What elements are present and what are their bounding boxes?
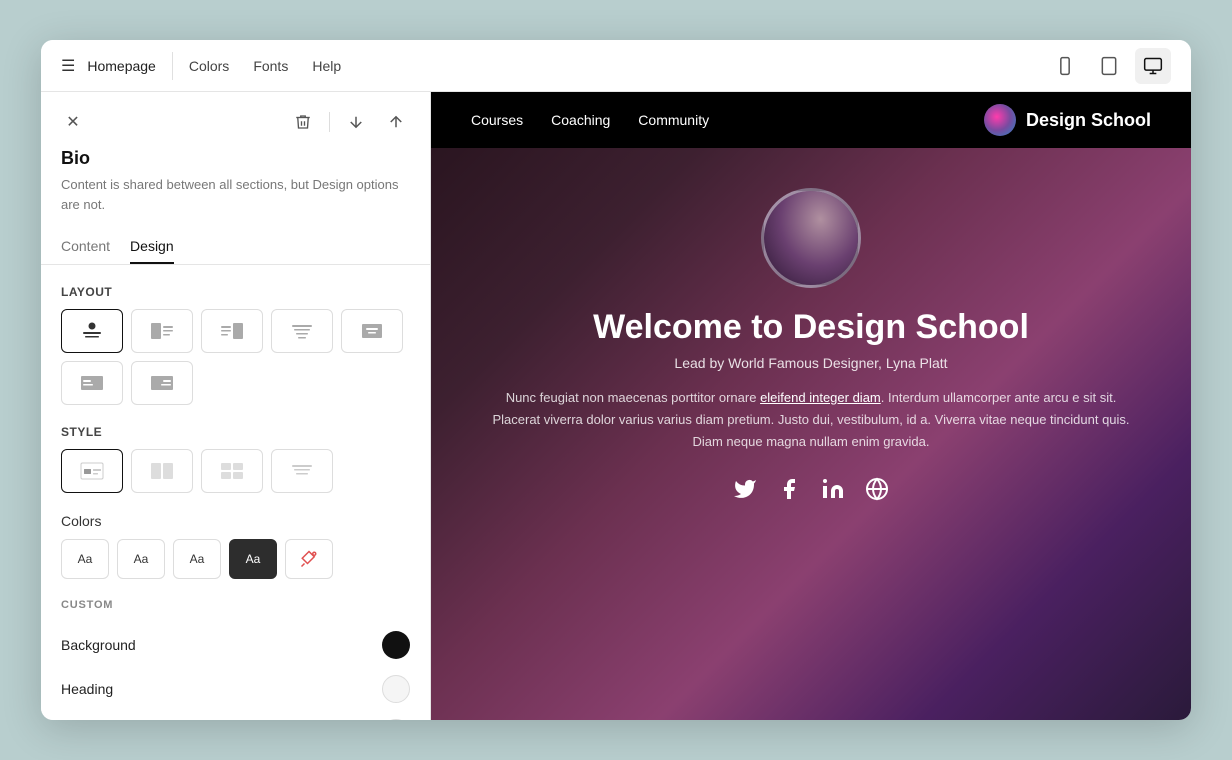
site-preview: Courses Coaching Community Design School… (431, 92, 1191, 720)
background-label: Background (61, 637, 136, 653)
left-panel: ✕ (41, 92, 431, 720)
tab-content[interactable]: Content (61, 230, 110, 264)
panel-subtitle: Content is shared between all sections, … (41, 175, 430, 230)
layout-options (41, 309, 430, 425)
site-brand: Design School (984, 104, 1151, 136)
app-window: ☰ Homepage Colors Fonts Help (41, 40, 1191, 720)
hero-avatar-image (764, 191, 858, 285)
nav-community[interactable]: Community (638, 112, 709, 128)
globe-icon[interactable] (865, 477, 889, 507)
site-hero: Welcome to Design School Lead by World F… (431, 148, 1191, 720)
layout-option-3[interactable] (201, 309, 263, 353)
color-swatch-3[interactable]: Aa (173, 539, 221, 579)
main-content: ✕ (41, 92, 1191, 720)
nav-colors[interactable]: Colors (189, 58, 229, 74)
panel-actions (289, 108, 410, 136)
nav-coaching[interactable]: Coaching (551, 112, 610, 128)
panel-title: Bio (41, 148, 430, 175)
style-options (41, 449, 430, 513)
hero-socials (733, 477, 889, 507)
heading-label: Heading (61, 681, 113, 697)
move-down-button[interactable] (342, 108, 370, 136)
text-color-row: Text (41, 711, 430, 720)
right-canvas: Courses Coaching Community Design School… (431, 92, 1191, 720)
layout-section-label: Layout (41, 285, 430, 309)
hero-body: Nunc feugiat non maecenas porttitor orna… (491, 387, 1131, 453)
custom-label: CUSTOM (41, 599, 430, 623)
color-swatch-4[interactable]: Aa (229, 539, 277, 579)
move-up-button[interactable] (382, 108, 410, 136)
desktop-device-btn[interactable] (1135, 48, 1171, 84)
colors-section-label: Colors (41, 513, 430, 539)
colors-row: Aa Aa Aa Aa (41, 539, 430, 599)
linkedin-icon[interactable] (821, 477, 845, 507)
brand-name: Design School (1026, 110, 1151, 131)
top-bar-right (1047, 48, 1171, 84)
layout-option-6[interactable] (61, 361, 123, 405)
top-bar: ☰ Homepage Colors Fonts Help (41, 40, 1191, 92)
layout-option-5[interactable] (341, 309, 403, 353)
style-option-4[interactable] (271, 449, 333, 493)
style-section-label: Style (41, 425, 430, 449)
twitter-icon[interactable] (733, 477, 757, 507)
mobile-device-btn[interactable] (1047, 48, 1083, 84)
delete-button[interactable] (289, 108, 317, 136)
color-swatch-1[interactable]: Aa (61, 539, 109, 579)
hero-link[interactable]: eleifend integer diam (760, 390, 881, 405)
color-dropper[interactable] (285, 539, 333, 579)
tab-design[interactable]: Design (130, 230, 174, 264)
color-swatch-2[interactable]: Aa (117, 539, 165, 579)
background-color-swatch[interactable] (382, 631, 410, 659)
hero-avatar (761, 188, 861, 288)
nav-courses[interactable]: Courses (471, 112, 523, 128)
hero-subtitle: Lead by World Famous Designer, Lyna Plat… (674, 355, 947, 371)
layout-option-4[interactable] (271, 309, 333, 353)
background-color-row: Background (41, 623, 430, 667)
style-option-1[interactable] (61, 449, 123, 493)
homepage-label[interactable]: Homepage (87, 58, 156, 74)
heading-color-row: Heading (41, 667, 430, 711)
layout-option-7[interactable] (131, 361, 193, 405)
text-color-swatch[interactable] (382, 719, 410, 720)
nav-help[interactable]: Help (312, 58, 341, 74)
panel-tabs: Content Design (41, 230, 430, 265)
style-option-3[interactable] (201, 449, 263, 493)
site-nav-links: Courses Coaching Community (471, 112, 709, 128)
facebook-icon[interactable] (777, 477, 801, 507)
close-button[interactable]: ✕ (61, 110, 85, 134)
tablet-device-btn[interactable] (1091, 48, 1127, 84)
panel-action-divider (329, 112, 330, 132)
layout-option-1[interactable] (61, 309, 123, 353)
menu-icon[interactable]: ☰ (61, 56, 75, 76)
nav-fonts[interactable]: Fonts (253, 58, 288, 74)
site-nav: Courses Coaching Community Design School (431, 92, 1191, 148)
top-bar-nav: Colors Fonts Help (189, 58, 341, 74)
heading-color-swatch[interactable] (382, 675, 410, 703)
style-option-2[interactable] (131, 449, 193, 493)
brand-logo (984, 104, 1016, 136)
top-bar-left: ☰ Homepage (61, 56, 156, 76)
layout-option-2[interactable] (131, 309, 193, 353)
hero-title: Welcome to Design School (593, 308, 1029, 347)
panel-header: ✕ (41, 92, 430, 148)
top-bar-divider (172, 52, 173, 80)
